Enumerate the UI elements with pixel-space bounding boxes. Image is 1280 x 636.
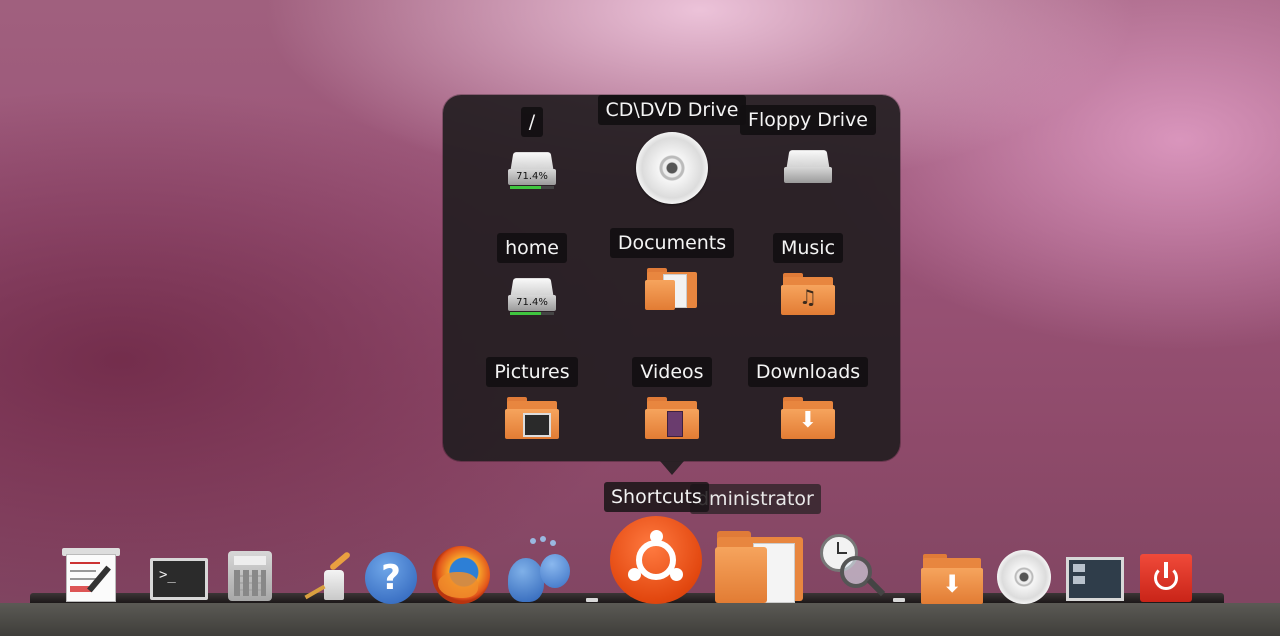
show-desktop-icon: [1066, 557, 1124, 601]
text-editor-icon: [60, 548, 120, 602]
downloads-folder-icon: ⬇: [921, 552, 983, 604]
stack-item-pictures[interactable]: Pictures: [457, 357, 607, 467]
dock-item-desktop[interactable]: [1064, 556, 1126, 602]
firefox-icon: [432, 546, 490, 604]
shortcuts-stack-popup: / 71.4% CD\DVD Drive Floppy Drive home 7…: [443, 95, 900, 461]
cd-dvd-icon: [636, 132, 708, 204]
stack-item-home[interactable]: home 71.4%: [457, 233, 607, 343]
stack-item-label: /: [520, 107, 544, 137]
stack-item-label: home: [497, 233, 567, 263]
stack-item-downloads[interactable]: Downloads ⬇: [733, 357, 883, 467]
bottom-panel: [0, 603, 1280, 636]
stack-item-label: Downloads: [747, 357, 869, 387]
broom-icon: [302, 550, 354, 602]
running-indicator: [586, 598, 598, 602]
hard-drive-icon: 71.4%: [508, 151, 556, 189]
stack-item-label: CD\DVD Drive: [597, 95, 747, 125]
stack-item-videos[interactable]: Videos: [597, 357, 747, 467]
dock-item-administrator[interactable]: [714, 528, 806, 604]
downloads-folder-icon: ⬇: [781, 395, 835, 439]
videos-folder-icon: [645, 395, 699, 439]
usage-text: 71.4%: [508, 169, 556, 185]
dock-item-search[interactable]: [818, 534, 890, 604]
stack-item-cd-dvd-drive[interactable]: CD\DVD Drive: [597, 95, 747, 205]
stack-pointer: [660, 461, 684, 475]
home-folder-icon: [715, 529, 805, 603]
power-icon: [1140, 554, 1192, 602]
dock-item-calculator[interactable]: [226, 550, 274, 602]
usage-text: 71.4%: [508, 295, 556, 311]
hard-drive-icon: 71.4%: [508, 277, 556, 315]
dock-item-shutdown[interactable]: [1138, 552, 1194, 604]
stack-item-label: Videos: [632, 357, 712, 387]
stack-item-documents[interactable]: Documents: [597, 228, 747, 338]
running-indicator: [893, 598, 905, 602]
stack-item-label: Floppy Drive: [740, 105, 876, 135]
terminal-icon: >_: [150, 558, 208, 600]
dock-item-firefox[interactable]: [430, 546, 492, 604]
stack-item-label: Documents: [609, 228, 735, 258]
floppy-drive-icon: [784, 149, 832, 183]
pictures-folder-icon: [505, 395, 559, 439]
dock-item-empathy[interactable]: [504, 536, 576, 604]
stack-item-root[interactable]: / 71.4%: [457, 107, 607, 217]
help-icon: ?: [365, 552, 417, 604]
stack-item-floppy-drive[interactable]: Floppy Drive: [733, 105, 883, 215]
search-icon: [818, 534, 890, 604]
shortcuts-tooltip: Shortcuts: [604, 482, 709, 512]
stack-item-label: Music: [772, 233, 844, 263]
dock-item-downloads-stack[interactable]: ⬇: [920, 552, 984, 604]
chat-icon: [504, 536, 576, 604]
dock-item-cd-dvd[interactable]: [996, 550, 1052, 604]
calculator-icon: [228, 551, 272, 601]
ubuntu-logo-icon: [610, 516, 702, 604]
stack-item-label: Pictures: [486, 357, 578, 387]
cd-dvd-icon: [997, 550, 1051, 604]
stack-item-music[interactable]: Music ♫: [733, 233, 883, 343]
dock-item-help[interactable]: ?: [364, 552, 418, 604]
dock-item-terminal[interactable]: >_: [148, 556, 210, 602]
administrator-tooltip: dministrator: [690, 484, 821, 514]
dock-item-system-cleaner[interactable]: [300, 550, 356, 602]
dock-item-shortcuts[interactable]: [608, 516, 704, 604]
music-folder-icon: ♫: [781, 271, 835, 315]
dock-item-text-editor[interactable]: [58, 548, 120, 602]
documents-folder-icon: [645, 266, 699, 310]
